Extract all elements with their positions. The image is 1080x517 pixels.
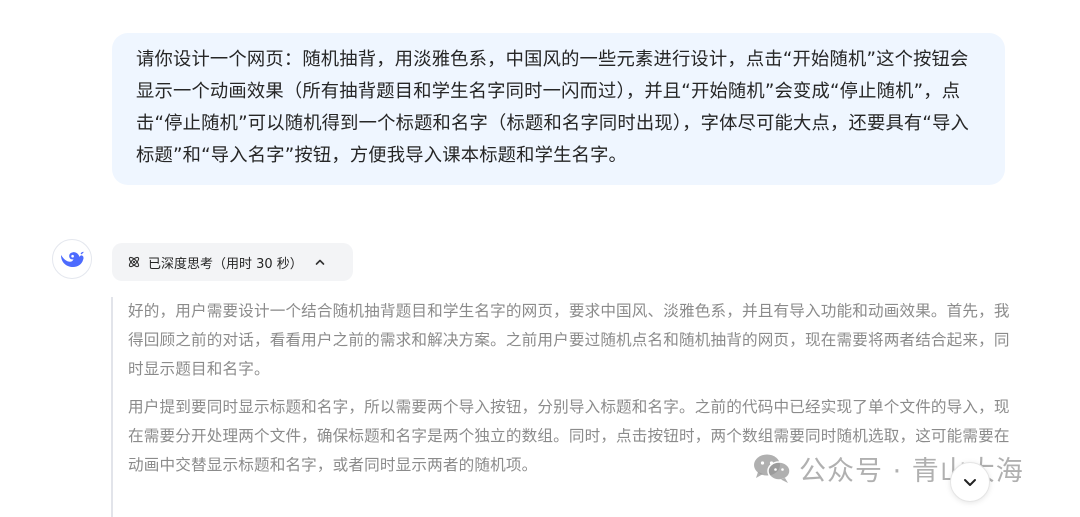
- reasoning-content: 好的，用户需要设计一个结合随机抽背题目和学生名字的网页，要求中国风、淡雅色系，并…: [111, 297, 1011, 517]
- user-message-text: 请你设计一个网页：随机抽背，用淡雅色系，中国风的一些元素进行设计，点击“开始随机…: [136, 49, 970, 166]
- reasoning-paragraph: 用户提到要同时显示标题和名字，所以需要两个导入按钮，分别导入标题和名字。之前的代…: [128, 398, 1010, 474]
- deep-think-toggle[interactable]: 已深度思考（用时 30 秒）: [112, 243, 353, 281]
- whale-logo-icon: [61, 251, 84, 267]
- scroll-to-bottom-button[interactable]: [950, 462, 990, 502]
- atom-icon: [128, 256, 140, 268]
- chevron-up-icon: [315, 259, 325, 265]
- chevron-down-icon: [964, 479, 976, 486]
- reasoning-paragraph: 好的，用户需要设计一个结合随机抽背题目和学生名字的网页，要求中国风、淡雅色系，并…: [128, 302, 1010, 378]
- user-message-bubble: 请你设计一个网页：随机抽背，用淡雅色系，中国风的一些元素进行设计，点击“开始随机…: [112, 33, 1005, 185]
- deep-think-label: 已深度思考（用时 30 秒）: [148, 256, 303, 272]
- assistant-avatar: [52, 239, 92, 279]
